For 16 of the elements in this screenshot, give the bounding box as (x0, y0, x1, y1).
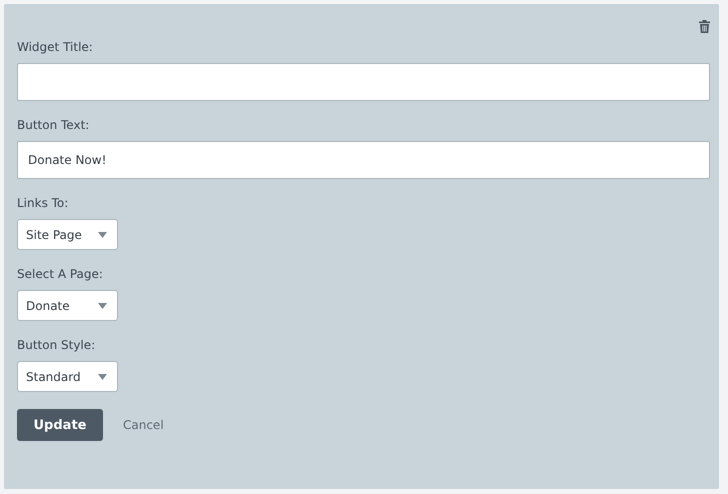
field-label: Button Style: (17, 338, 96, 353)
caret-icon (98, 374, 107, 380)
trash-icon[interactable] (699, 20, 710, 33)
dropdown[interactable]: Standard (17, 361, 118, 392)
field-label: Widget Title: (17, 40, 93, 55)
caret-icon (98, 302, 107, 308)
field-label: Button Text: (17, 118, 90, 133)
text-field[interactable] (17, 63, 710, 101)
cancel-link[interactable]: Cancel (123, 418, 164, 432)
caret-icon (98, 232, 107, 238)
dropdown[interactable]: Donate (17, 290, 118, 321)
update-button[interactable]: Update (17, 409, 103, 441)
field-label: Links To: (17, 196, 68, 211)
dropdown[interactable]: Site Page (17, 219, 118, 250)
field-label: Select A Page: (17, 267, 103, 282)
text-field[interactable]: Donate Now! (17, 141, 710, 179)
